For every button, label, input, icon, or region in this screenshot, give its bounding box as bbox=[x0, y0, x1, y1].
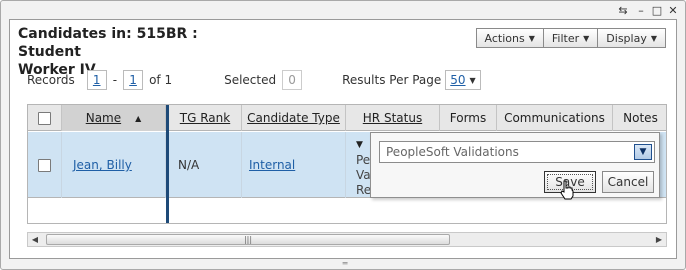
col-candidate-type-label[interactable]: Candidate Type bbox=[247, 111, 340, 125]
scrollbar-thumb[interactable]: ||| bbox=[46, 234, 450, 245]
expand-triangle-icon[interactable]: ▼ bbox=[356, 138, 363, 153]
hr-status-popup: PeopleSoft Validations ▼ Save Cancel bbox=[370, 132, 660, 200]
hr-status-line: Re bbox=[356, 183, 372, 197]
dropdown-value: PeopleSoft Validations bbox=[386, 145, 519, 159]
chevron-down-icon[interactable]: ▼ bbox=[634, 144, 652, 160]
horizontal-scrollbar[interactable]: ◀ ||| ▶ bbox=[27, 232, 667, 247]
col-forms-label: Forms bbox=[449, 111, 487, 125]
col-notes-label: Notes bbox=[623, 111, 658, 125]
chevron-down-icon: ▼ bbox=[469, 75, 476, 85]
window-titlebar: ⇆ – □ ✕ bbox=[1, 1, 685, 19]
dropdown-arrow-icon: ▼ bbox=[583, 33, 590, 43]
actions-menu-button[interactable]: Actions ▼ bbox=[475, 28, 544, 48]
hr-status-line: Pe bbox=[356, 153, 371, 167]
records-to-link[interactable]: 1 bbox=[123, 70, 144, 90]
restore-icon[interactable]: ⇆ bbox=[615, 2, 631, 18]
col-header-name[interactable]: Name ▲ bbox=[62, 105, 166, 131]
selected-count: 0 bbox=[282, 70, 303, 90]
records-from-link[interactable]: 1 bbox=[86, 70, 107, 90]
hand-cursor-icon bbox=[560, 180, 574, 200]
hr-status-line: Va bbox=[356, 168, 371, 182]
records-dash: - bbox=[112, 73, 118, 87]
filter-label: Filter bbox=[551, 31, 580, 45]
records-label: Records bbox=[27, 73, 75, 87]
results-per-page-select[interactable]: 50 ▼ bbox=[445, 70, 481, 90]
hr-status-dropdown[interactable]: PeopleSoft Validations ▼ bbox=[379, 141, 655, 163]
select-all-checkbox[interactable] bbox=[38, 111, 51, 125]
actions-label: Actions bbox=[484, 31, 525, 45]
dropdown-arrow-icon: ▼ bbox=[650, 33, 657, 43]
col-name-label[interactable]: Name bbox=[86, 111, 121, 125]
cell-name: Jean, Billy bbox=[62, 132, 166, 198]
candidate-type-link[interactable]: Internal bbox=[249, 158, 295, 172]
scroll-left-icon[interactable]: ◀ bbox=[28, 233, 42, 246]
display-menu-button[interactable]: Display ▼ bbox=[597, 28, 666, 48]
display-label: Display bbox=[606, 31, 647, 45]
scroll-right-icon[interactable]: ▶ bbox=[652, 233, 666, 246]
selected-label: Selected bbox=[224, 73, 277, 87]
sort-ascending-icon: ▲ bbox=[135, 113, 142, 123]
minimize-icon[interactable]: – bbox=[633, 2, 649, 18]
records-of-text: of 1 bbox=[149, 73, 173, 87]
results-per-page-value: 50 bbox=[450, 73, 466, 87]
candidate-name-link[interactable]: Jean, Billy bbox=[73, 158, 132, 172]
close-icon[interactable]: ✕ bbox=[665, 2, 681, 18]
tg-rank-value: N/A bbox=[178, 158, 200, 172]
col-hr-status-label[interactable]: HR Status bbox=[363, 111, 422, 125]
col-communications-label: Communications bbox=[504, 111, 605, 125]
dropdown-arrow-icon: ▼ bbox=[528, 33, 535, 43]
col-tg-rank-label[interactable]: TG Rank bbox=[180, 111, 230, 125]
frozen-column-divider bbox=[166, 105, 169, 223]
results-per-page-label: Results Per Page bbox=[342, 73, 442, 87]
resize-grip-icon[interactable]: ═ bbox=[337, 260, 353, 268]
col-header-candidate-type[interactable]: Candidate Type bbox=[242, 105, 346, 131]
cell-tg-rank: N/A bbox=[169, 132, 242, 198]
page-title-line1: Candidates in: 515BR : Student bbox=[18, 26, 198, 60]
paging-bar: Records 1 - 1 of 1 Selected 0 Results Pe… bbox=[27, 69, 481, 91]
cell-candidate-type: Internal bbox=[242, 132, 346, 198]
cancel-button[interactable]: Cancel bbox=[602, 171, 654, 193]
cancel-label: Cancel bbox=[607, 175, 649, 189]
toolbar-menus: Actions ▼ Filter ▼ Display ▼ bbox=[475, 28, 666, 48]
grid-header: Name ▲ TG Rank Candidate Type HR Status … bbox=[28, 105, 666, 131]
col-header-communications: Communications bbox=[497, 105, 613, 131]
col-header-forms: Forms bbox=[440, 105, 497, 131]
candidates-window: ⇆ – □ ✕ Candidates in: 515BR : Student W… bbox=[0, 0, 686, 270]
row-select-cell bbox=[28, 132, 62, 198]
col-header-notes: Notes bbox=[613, 105, 666, 131]
col-header-hr-status[interactable]: HR Status bbox=[346, 105, 440, 131]
row-checkbox[interactable] bbox=[38, 158, 51, 172]
col-header-tg-rank[interactable]: TG Rank bbox=[169, 105, 242, 131]
filter-menu-button[interactable]: Filter ▼ bbox=[542, 28, 599, 48]
select-all-cell bbox=[28, 105, 62, 131]
maximize-icon[interactable]: □ bbox=[649, 2, 665, 18]
